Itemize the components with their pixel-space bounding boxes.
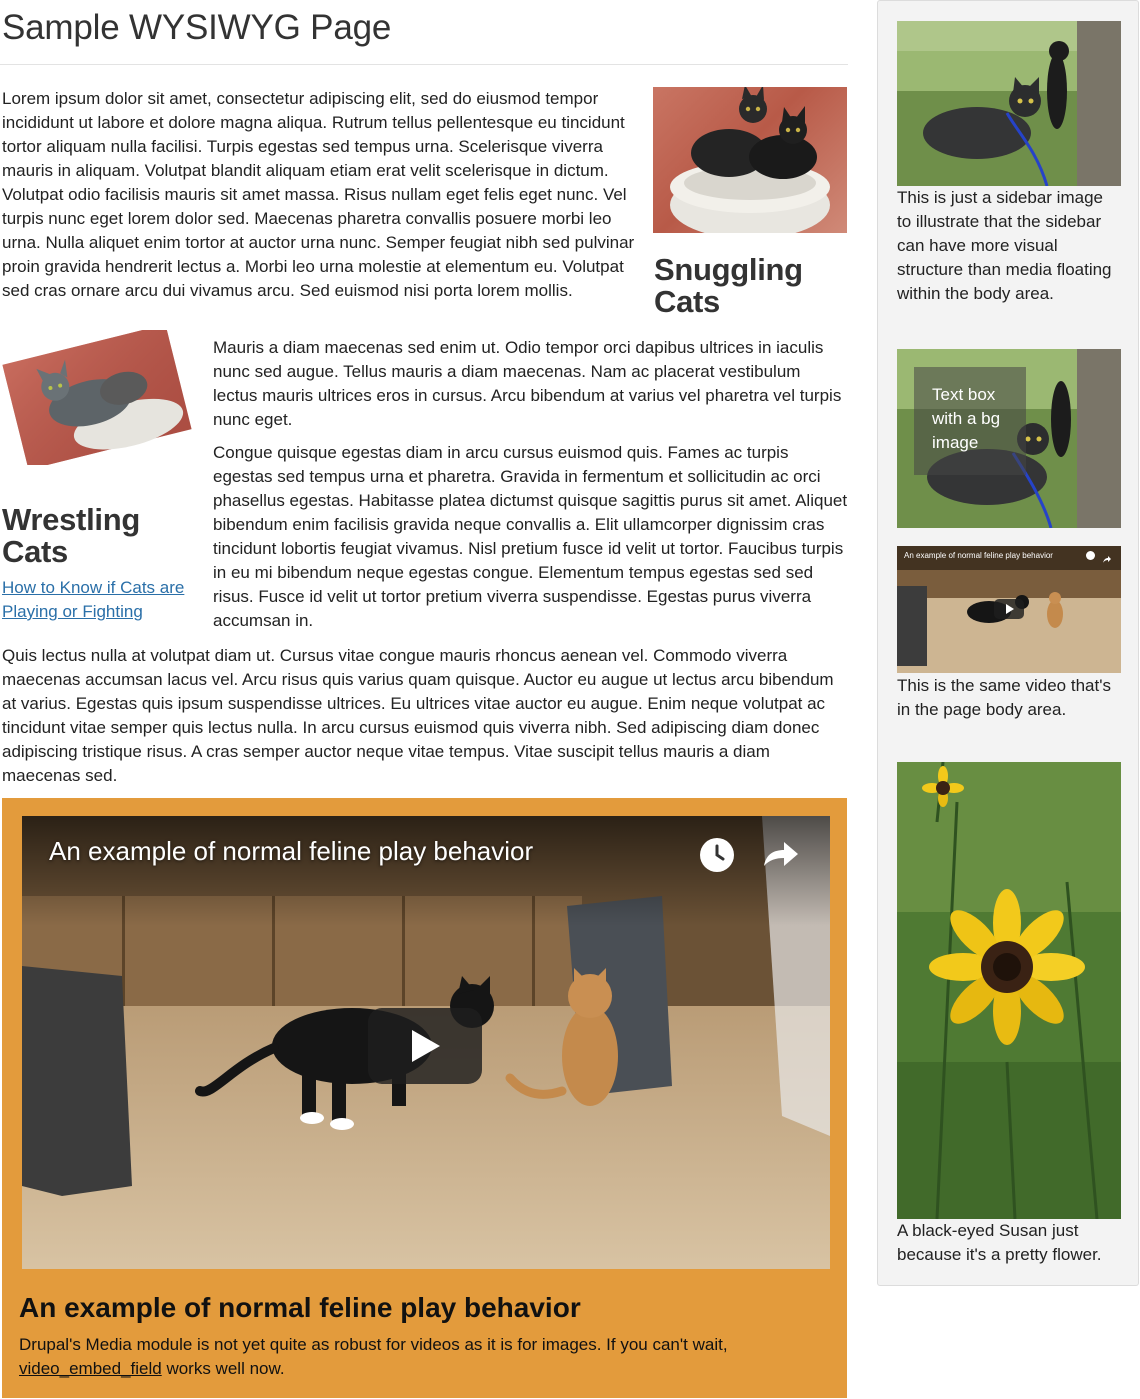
sidebar-text-box: Text box with a bg image bbox=[914, 367, 1026, 475]
wrestling-cats-heading: Wrestling Cats bbox=[2, 502, 140, 569]
video-embed-field-link[interactable]: video_embed_field bbox=[19, 1359, 162, 1378]
video-overlay-title: An example of normal feline play behavio… bbox=[49, 836, 534, 866]
share-icon[interactable] bbox=[760, 838, 800, 872]
wrestling-cats-illustration bbox=[2, 324, 192, 470]
text-box-line: with a bg bbox=[932, 409, 1001, 428]
body-paragraph-3: Congue quisque egestas diam in arcu curs… bbox=[213, 443, 848, 630]
page-title: Sample WYSIWYG Page bbox=[2, 8, 392, 47]
body-paragraph-2: Mauris a diam maecenas sed enim ut. Odio… bbox=[213, 338, 842, 429]
video-player[interactable]: An example of normal feline play behavio… bbox=[22, 816, 830, 1269]
sidebar-video-title: An example of normal feline play behavio… bbox=[904, 551, 1053, 560]
video-card-description: Drupal's Media module is not yet quite a… bbox=[19, 1333, 819, 1381]
sidebar-video-block: An example of normal feline play behavio… bbox=[897, 546, 1121, 722]
share-icon[interactable] bbox=[1102, 551, 1112, 563]
play-icon[interactable] bbox=[368, 1008, 482, 1084]
body-paragraph-4: Quis lectus nulla at volutpat diam ut. C… bbox=[2, 646, 834, 785]
sidebar-image-block: This is just a sidebar image to illustra… bbox=[897, 21, 1121, 306]
video-card-description-text: Drupal's Media module is not yet quite a… bbox=[19, 1335, 728, 1354]
clock-icon[interactable] bbox=[1086, 551, 1095, 560]
video-card-heading: An example of normal feline play behavio… bbox=[19, 1292, 581, 1323]
text-box-line: Text box bbox=[932, 385, 996, 404]
snuggling-cats-image bbox=[653, 87, 847, 233]
sidebar-flower-block: A black-eyed Susan just because it's a p… bbox=[897, 762, 1121, 1267]
play-icon[interactable] bbox=[994, 599, 1024, 619]
sidebar-cat-image bbox=[897, 21, 1121, 186]
sidebar: This is just a sidebar image to illustra… bbox=[877, 0, 1139, 1286]
sidebar-textbox-block: Text box with a bg image bbox=[897, 349, 1121, 528]
sidebar-image-caption: This is just a sidebar image to illustra… bbox=[897, 188, 1112, 303]
body-paragraph-1: Lorem ipsum dolor sit amet, consectetur … bbox=[2, 89, 635, 300]
black-eyed-susan-image bbox=[897, 762, 1121, 1219]
clock-icon[interactable] bbox=[700, 838, 734, 872]
sidebar-video-player[interactable]: An example of normal feline play behavio… bbox=[897, 546, 1121, 673]
title-divider bbox=[0, 64, 848, 65]
video-card: An example of normal feline play behavio… bbox=[2, 798, 847, 1398]
wrestling-cats-image bbox=[0, 324, 195, 470]
snuggling-cats-illustration bbox=[670, 87, 830, 233]
text-box-line: image bbox=[932, 433, 979, 452]
sidebar-flower-caption: A black-eyed Susan just because it's a p… bbox=[897, 1221, 1102, 1264]
video-card-description-tail: works well now. bbox=[161, 1359, 285, 1378]
flower-illustration bbox=[897, 762, 1121, 1219]
cats-playing-or-fighting-link[interactable]: How to Know if Cats are Playing or Fight… bbox=[2, 576, 202, 624]
snuggling-cats-heading: Snuggling Cats bbox=[654, 252, 803, 319]
sidebar-video-caption: This is the same video that's in the pag… bbox=[897, 676, 1111, 719]
sidebar-cat-illustration bbox=[897, 21, 1121, 186]
sidebar-textbox-bg-image: Text box with a bg image bbox=[897, 349, 1121, 528]
